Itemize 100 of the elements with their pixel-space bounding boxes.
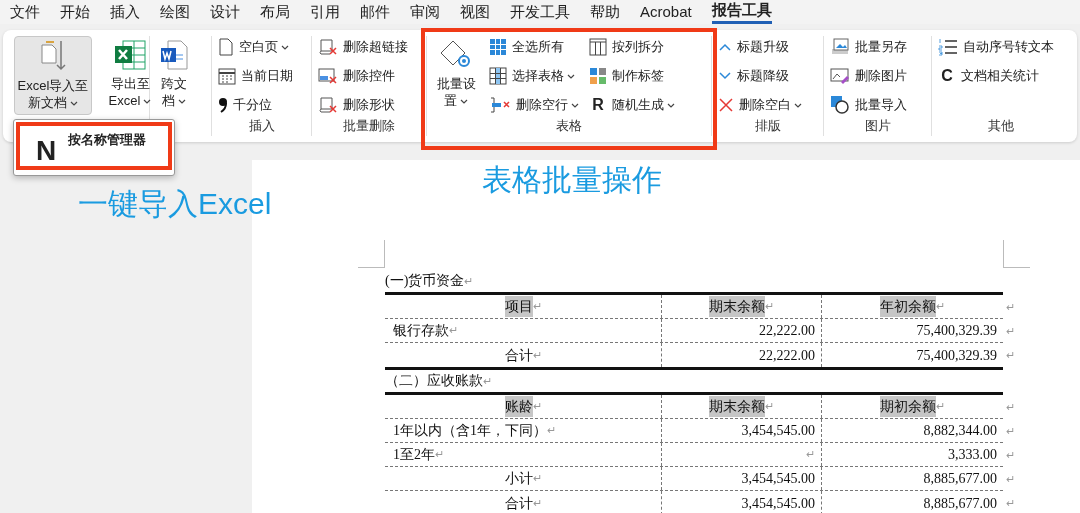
table-cell: 银行存款↵ (385, 319, 662, 342)
menu-tab[interactable]: 审阅 (410, 3, 440, 24)
ribbon-button[interactable]: 批量设置 (433, 36, 479, 113)
table-cell: ↵ (662, 443, 822, 466)
crop-mark (358, 240, 385, 268)
ribbon-button[interactable]: R 随机生成 (589, 94, 675, 116)
paragraph-mark: ↵ (1006, 300, 1015, 315)
comma-icon (218, 97, 228, 113)
row-delete-icon (489, 96, 511, 114)
grid-icon (489, 38, 507, 56)
columns-icon (589, 38, 607, 56)
ribbon-button[interactable]: 删除空白 (718, 94, 802, 116)
chevron-down-icon (718, 71, 732, 81)
table-cell: 3,454,545.00 (662, 467, 822, 490)
ribbon-button[interactable]: 批量导入 (830, 94, 907, 116)
ribbon-button[interactable]: 当前日期 (218, 65, 293, 87)
cross-icon (718, 97, 734, 113)
menu-item[interactable]: N 按名称管理器 (16, 122, 172, 170)
table-cell-text: 8,882,344.00 (922, 422, 998, 440)
ribbon-button[interactable]: Excel导入至新文档 (14, 36, 92, 115)
menu-tab[interactable]: 报告工具 (711, 1, 772, 24)
ribbon-button[interactable]: 千分位 (218, 94, 293, 116)
image-eraser-icon (830, 67, 850, 85)
ribbon-button[interactable]: 删除形状 (318, 94, 408, 116)
group-label: 插入 (247, 118, 276, 135)
menu-tab[interactable]: 插入 (110, 3, 140, 24)
column-header: 年初余额↵ (822, 295, 1003, 318)
ribbon-button[interactable]: 标题降级 (718, 65, 802, 87)
menu-tab[interactable]: 布局 (260, 3, 290, 24)
ribbon-button[interactable]: 制作标签 (589, 65, 675, 87)
column-header: 期末余额↵ (662, 395, 822, 418)
menu-tab[interactable]: 设计 (210, 3, 240, 24)
word-document-icon (159, 39, 189, 71)
table-cell-text: 75,400,329.39 (915, 346, 998, 365)
ribbon-button[interactable]: 导出至Excel (102, 36, 158, 113)
table-cell: 合计↵ (385, 343, 662, 367)
table-cell: 22,222.00 (662, 319, 822, 342)
column-header: 期初余额↵ (822, 395, 1003, 418)
group-label: 其他 (987, 118, 1015, 135)
paragraph-mark: ↵ (1006, 496, 1015, 511)
ribbon-button[interactable]: C 文档相关统计 (938, 65, 1054, 87)
section-heading: (一)货币资金↵ (385, 272, 475, 290)
callout-text: 表格批量操作 (482, 162, 662, 198)
ribbon-button[interactable]: 标题升级 (718, 36, 802, 58)
calendar-icon (218, 67, 236, 85)
group-label: 表格 (555, 118, 583, 135)
menu-tab[interactable]: 帮助 (590, 3, 620, 24)
ribbon-button[interactable]: 全选所有 (489, 36, 579, 58)
paragraph-mark: ↵ (1006, 424, 1015, 439)
ribbon-button[interactable]: 自动序号转文本 (938, 36, 1054, 58)
form-delete-icon (318, 67, 338, 85)
menu-tab[interactable]: 开发工具 (510, 3, 570, 24)
menu-tab[interactable]: Acrobat (640, 3, 692, 24)
column-header: 期末余额↵ (662, 295, 822, 318)
menu-tab[interactable]: 引用 (310, 3, 340, 24)
table-cell: 小计↵ (385, 467, 662, 490)
numbered-list-icon (938, 38, 958, 56)
menu-tab[interactable]: 绘图 (160, 3, 190, 24)
ribbon-button[interactable]: 跨文档 (156, 36, 192, 113)
tiles-icon (589, 67, 607, 85)
column-header: 项目↵ (385, 295, 662, 318)
spreadsheet-icon (113, 39, 147, 71)
column-header: 账龄↵ (385, 395, 662, 418)
ribbon-button[interactable]: 删除控件 (318, 65, 408, 87)
menu-tab[interactable]: 开始 (60, 3, 90, 24)
table-cell: 3,454,545.00 (662, 491, 822, 513)
page-icon (218, 38, 234, 56)
callout-text: 一键导入Excel (78, 186, 272, 222)
letter-icon: R (589, 96, 607, 114)
paragraph-mark: ↵ (1006, 400, 1015, 415)
ribbon-button[interactable]: 选择表格 (489, 65, 579, 87)
letter-icon: C (938, 67, 956, 85)
table-cell-text: 8,885,677.00 (922, 470, 998, 488)
scroll-delete-icon (318, 38, 338, 56)
table-cell-text: 8,885,677.00 (922, 494, 998, 513)
paragraph-mark: ↵ (1006, 348, 1015, 363)
table-cell: 3,454,545.00 (662, 419, 822, 442)
menu-tab[interactable]: 邮件 (360, 3, 390, 24)
ribbon-button[interactable]: 按列拆分 (589, 36, 675, 58)
image-stack-icon (830, 38, 850, 56)
group-label: 图片 (863, 118, 892, 135)
group-label: 排版 (753, 118, 782, 135)
ribbon-button[interactable]: 删除超链接 (318, 36, 408, 58)
ribbon-button[interactable]: 删除图片 (830, 65, 907, 87)
section-heading: （二）应收账款↵ (385, 372, 493, 390)
table-cell: 1年以内（含1年，下同）↵ (385, 419, 662, 442)
chevron-up-icon (718, 42, 732, 52)
paragraph-mark: ↵ (1006, 472, 1015, 487)
ribbon-button[interactable]: 批量另存 (830, 36, 907, 58)
crop-mark (1003, 240, 1030, 268)
table-cell: 1至2年↵ (385, 443, 662, 466)
table-cell-text: 75,400,329.39 (915, 322, 998, 340)
paragraph-mark: ↵ (1006, 448, 1015, 463)
menu-tab[interactable]: 视图 (460, 3, 490, 24)
table-icon (489, 67, 507, 85)
ribbon-button[interactable]: 删除空行 (489, 94, 579, 116)
square-circle-icon (830, 95, 850, 115)
menu-tab[interactable]: 文件 (10, 3, 40, 24)
letter-icon: N (36, 136, 57, 166)
ribbon-button[interactable]: 空白页 (218, 36, 293, 58)
